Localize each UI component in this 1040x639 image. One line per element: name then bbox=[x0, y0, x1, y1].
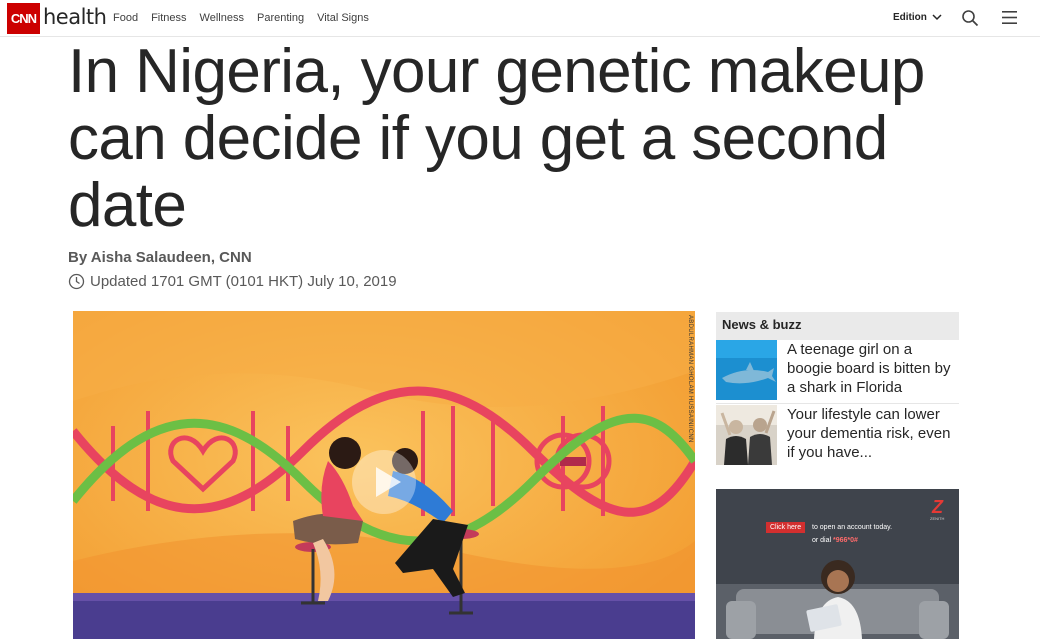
clock-icon bbox=[68, 273, 85, 290]
article-timestamp: Updated 1701 GMT (0101 HKT) July 10, 201… bbox=[68, 273, 397, 290]
ad-background-image bbox=[716, 489, 959, 639]
nav-link-wellness[interactable]: Wellness bbox=[200, 12, 244, 24]
ad-brand-logo: Z bbox=[932, 497, 943, 517]
nav-link-fitness[interactable]: Fitness bbox=[151, 12, 186, 24]
chevron-down-icon bbox=[932, 14, 942, 21]
article-headline: In Nigeria, your genetic makeup can deci… bbox=[68, 37, 925, 240]
nav-link-food[interactable]: Food bbox=[113, 12, 138, 24]
menu-icon[interactable] bbox=[1001, 10, 1018, 25]
ad-text-line2: or dial *966*0# bbox=[812, 537, 858, 544]
news-item-text[interactable]: Your lifestyle can lower your dementia r… bbox=[787, 405, 959, 465]
article-byline[interactable]: By Aisha Salaudeen, CNN bbox=[68, 249, 252, 266]
cnn-logo[interactable]: CNN bbox=[7, 3, 40, 34]
ad-click-here-button[interactable]: Click here bbox=[766, 522, 806, 533]
shark-image bbox=[716, 340, 777, 400]
ad-brand-name: ZENITH bbox=[930, 516, 945, 521]
updated-text: Updated 1701 GMT (0101 HKT) July 10, 201… bbox=[90, 273, 397, 290]
news-and-buzz-header: News & buzz bbox=[716, 312, 959, 340]
ad-dial-prefix: or dial bbox=[812, 537, 834, 544]
shark-thumbnail[interactable] bbox=[716, 340, 777, 400]
nav-link-parenting[interactable]: Parenting bbox=[257, 12, 304, 24]
nav-link-vital-signs[interactable]: Vital Signs bbox=[317, 12, 369, 24]
nav-links: Food Fitness Wellness Parenting Vital Si… bbox=[113, 12, 369, 24]
divider bbox=[716, 403, 959, 404]
photo-credit: ABDULRAHMAN GHOLAM HUSSAINI/CNN bbox=[687, 315, 693, 443]
ad-text-line1: to open an account today. bbox=[812, 524, 893, 531]
news-item-text[interactable]: A teenage girl on a boogie board is bitt… bbox=[787, 340, 959, 400]
top-navigation: CNN health Food Fitness Wellness Parenti… bbox=[0, 0, 1040, 37]
search-icon[interactable] bbox=[961, 9, 979, 27]
edition-dropdown[interactable]: Edition bbox=[893, 12, 942, 23]
dementia-image bbox=[716, 405, 777, 465]
edition-label: Edition bbox=[893, 12, 927, 23]
article-video-player[interactable]: ABDULRAHMAN GHOLAM HUSSAINI/CNN bbox=[73, 311, 695, 639]
ad-dial-code: *966*0# bbox=[833, 537, 858, 544]
health-section-logo[interactable]: health bbox=[43, 5, 107, 29]
play-icon[interactable] bbox=[349, 447, 419, 517]
advertisement[interactable]: Z ZENITH Click here to open an account t… bbox=[716, 489, 959, 639]
news-item-dementia[interactable]: Your lifestyle can lower your dementia r… bbox=[716, 405, 959, 465]
dementia-thumbnail[interactable] bbox=[716, 405, 777, 465]
news-item-shark[interactable]: A teenage girl on a boogie board is bitt… bbox=[716, 340, 959, 400]
